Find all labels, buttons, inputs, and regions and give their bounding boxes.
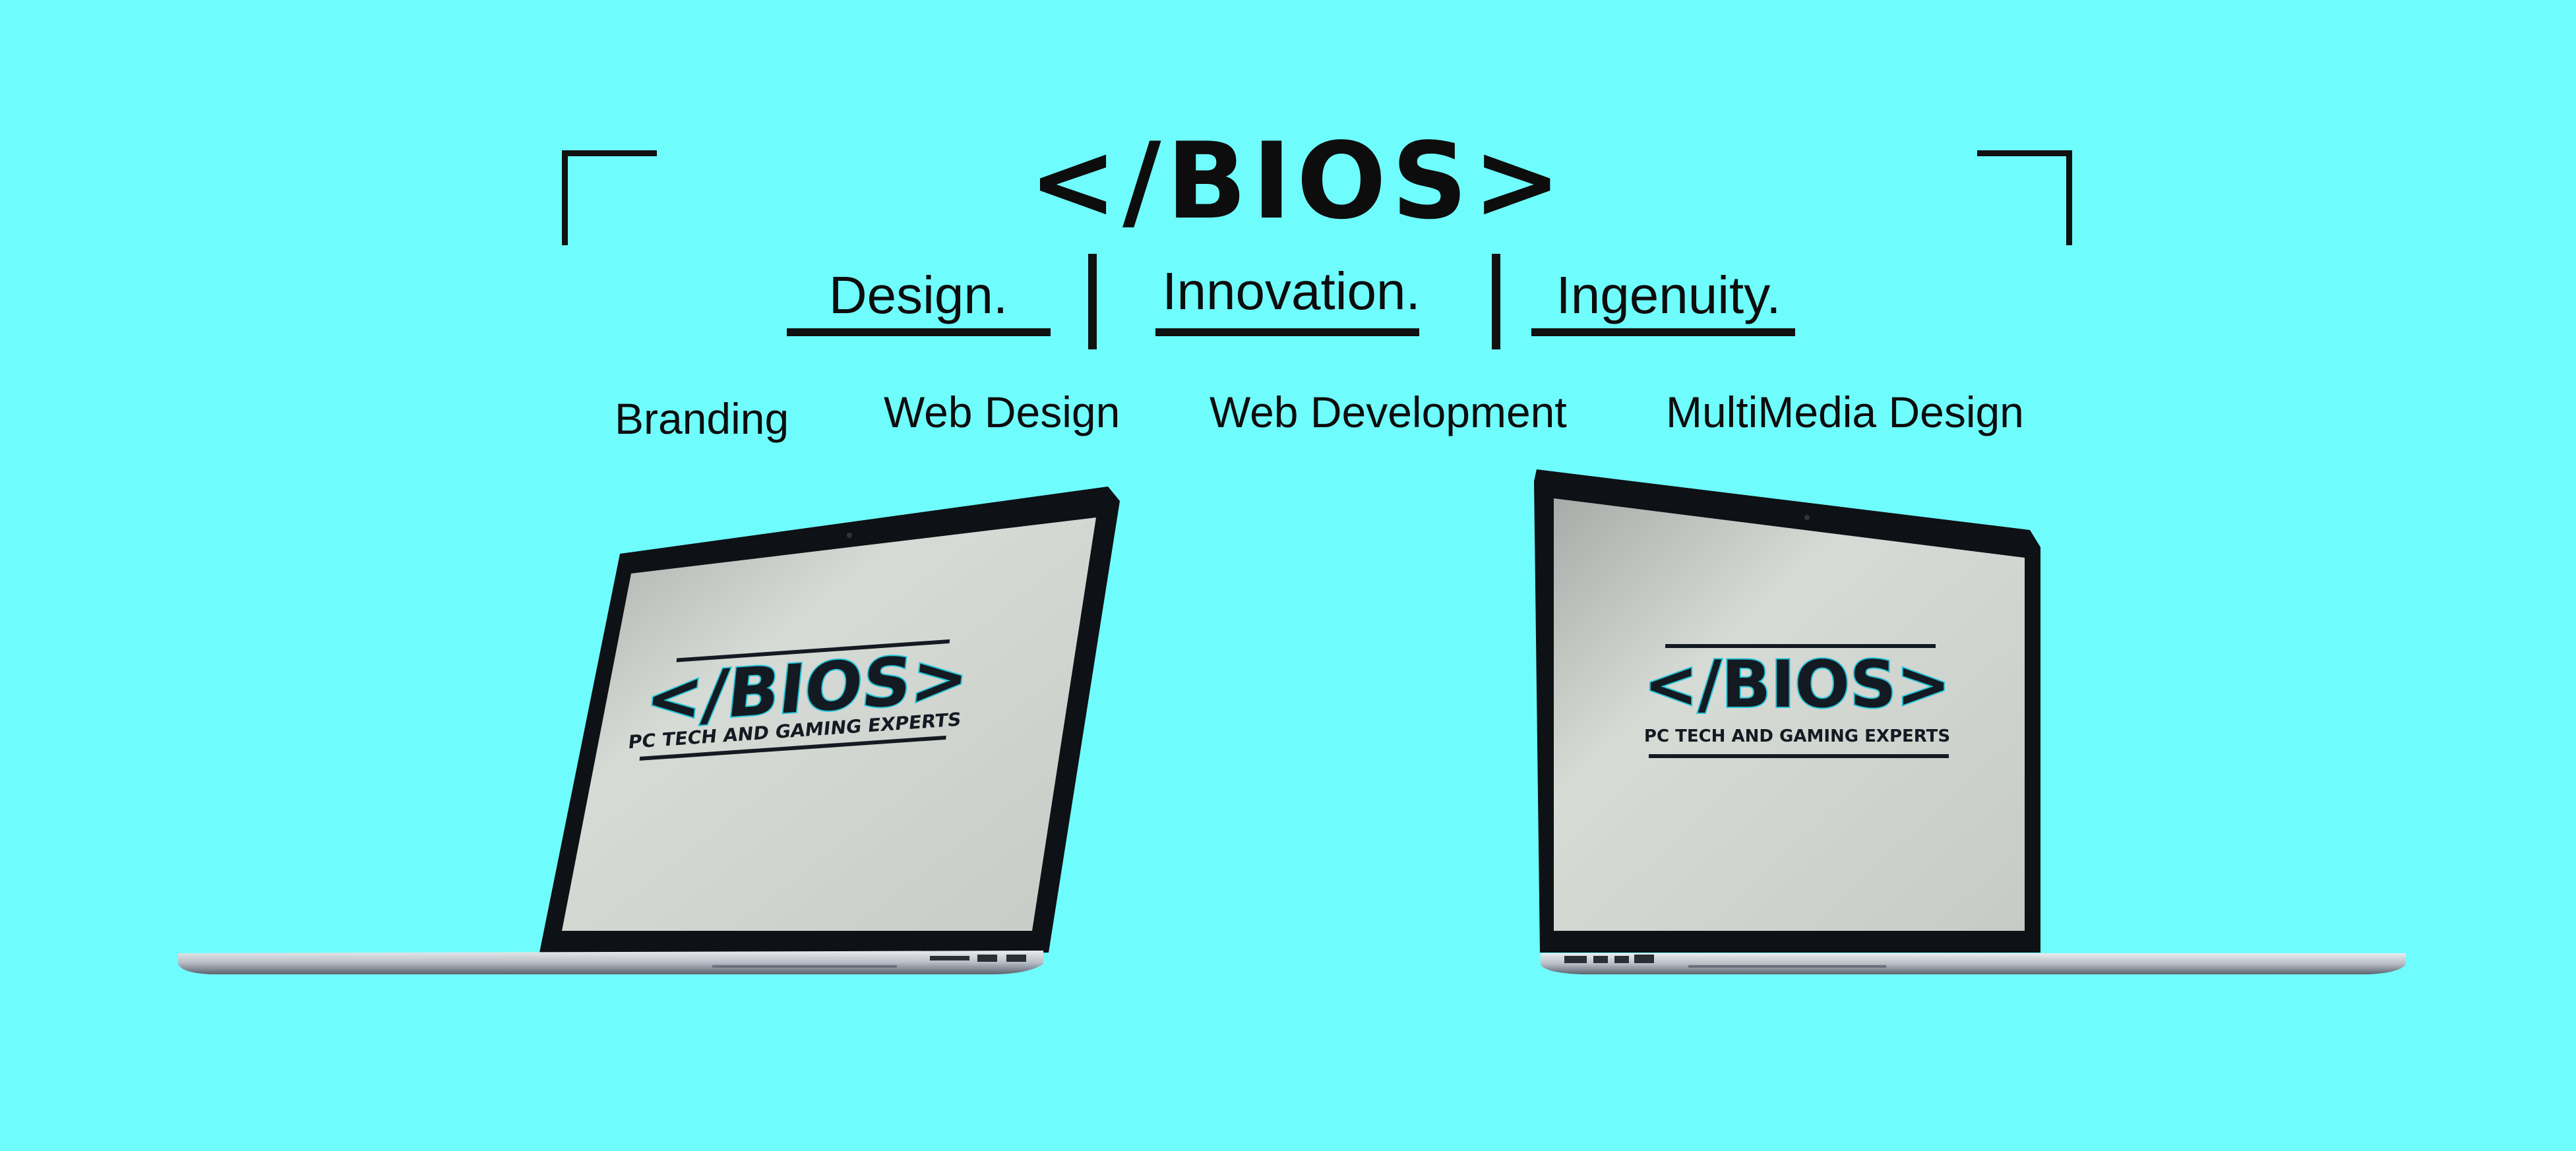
right-screen-logo-subtitle: PC TECH AND GAMING EXPERTS — [1644, 726, 1950, 746]
left-laptop-base — [178, 951, 1043, 974]
laptops-illustration: </BIOS> PC TECH AND GAMING EXPERTS </BIO… — [178, 469, 2406, 974]
right-laptop-port-1 — [1564, 956, 1587, 963]
right-screen-logo: </BIOS> PC TECH AND GAMING EXPERTS — [1642, 644, 1952, 758]
right-laptop-port-4 — [1634, 955, 1654, 963]
right-laptop-port-3 — [1614, 956, 1629, 963]
right-laptop-port-2 — [1593, 956, 1608, 963]
right-laptop-camera — [1804, 515, 1810, 520]
left-laptop-port-3 — [1006, 955, 1026, 962]
left-laptop-port-2 — [977, 955, 997, 962]
left-laptop-camera — [847, 533, 852, 538]
left-laptop-port-1 — [930, 956, 969, 960]
right-screen-logo-bottomline — [1649, 754, 1949, 758]
left-laptop: </BIOS> PC TECH AND GAMING EXPERTS — [178, 487, 1120, 974]
right-laptop-base — [1541, 953, 2406, 974]
right-laptop: </BIOS> PC TECH AND GAMING EXPERTS — [1534, 469, 2406, 974]
right-screen-logo-title: </BIOS> — [1643, 647, 1950, 723]
